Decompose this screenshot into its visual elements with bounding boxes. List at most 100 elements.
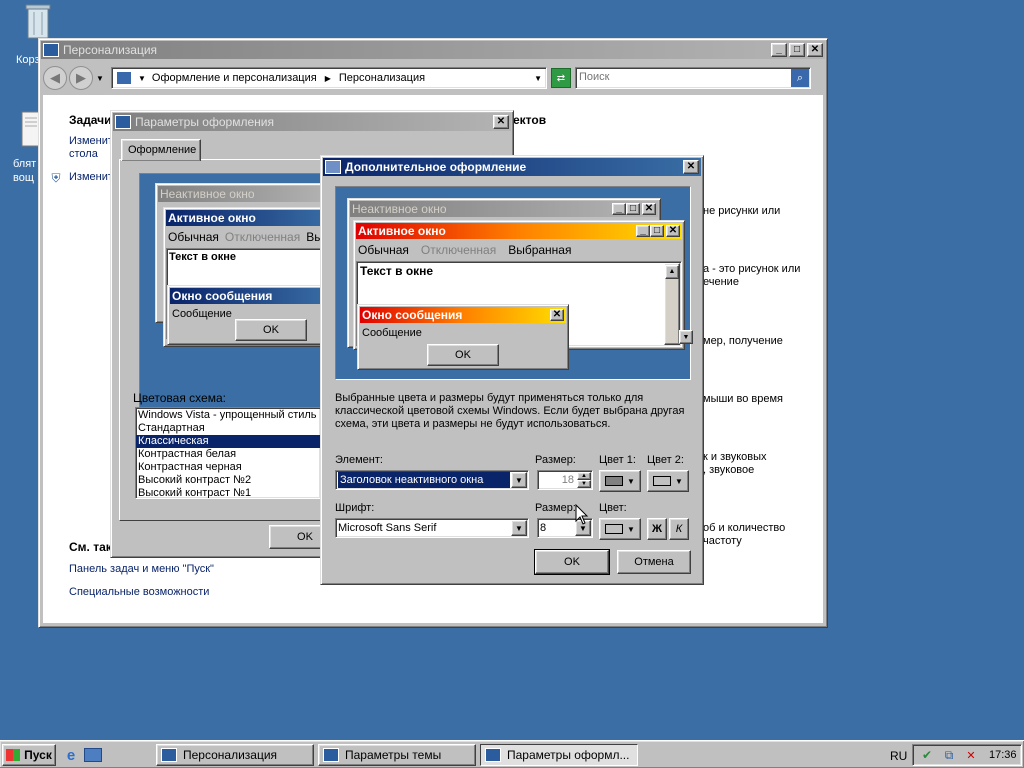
close-button[interactable]: ✕ <box>807 43 823 57</box>
maximize-icon: □ <box>650 225 664 237</box>
size-spinner[interactable]: 18 ▲ ▼ <box>537 470 593 490</box>
link-taskbar[interactable]: Панель задач и меню "Пуск" <box>69 563 214 575</box>
close-button[interactable]: ✕ <box>683 160 699 174</box>
scheme-item[interactable]: Контрастная белая <box>136 448 320 461</box>
close-icon: ✕ <box>550 309 564 321</box>
font-color-button[interactable]: ▼ <box>599 518 641 540</box>
desc-text: частоту <box>703 535 742 547</box>
italic-button[interactable]: К <box>669 518 689 540</box>
taskbar-item-appearance[interactable]: Параметры оформл... <box>480 744 638 766</box>
refresh-icon[interactable]: ⇄ <box>551 68 571 88</box>
color2-swatch <box>653 476 672 486</box>
menu-normal: Обычная <box>358 243 409 257</box>
volume-mute-icon[interactable]: ✕ <box>963 748 979 762</box>
scheme-item-selected[interactable]: Классическая <box>136 435 320 448</box>
link-accessibility[interactable]: Специальные возможности <box>69 586 209 598</box>
spin-down-icon[interactable]: ▼ <box>577 480 591 488</box>
desc-text: мыши во время <box>703 393 783 405</box>
color1-button[interactable]: ▼ <box>599 470 641 492</box>
chevron-down-icon: ▼ <box>675 476 683 486</box>
desc-text: не рисунки или <box>703 205 781 217</box>
scheme-item[interactable]: Стандартная <box>136 422 320 435</box>
menu-disabled: Отключенная <box>224 230 301 244</box>
search-input[interactable] <box>576 68 776 86</box>
breadcrumb-item-appearance[interactable]: Оформление и персонализация <box>152 72 317 84</box>
network-icon[interactable]: ⧉ <box>941 748 957 762</box>
maximize-icon: □ <box>626 203 640 215</box>
chevron-down-icon[interactable]: ▼ <box>511 472 527 488</box>
preview-active-title: Активное окно <box>358 224 446 238</box>
tasks-heading: Задачи <box>69 113 112 127</box>
desc-text: а - это рисунок или <box>703 263 801 275</box>
task-link-second[interactable]: Изменит <box>69 171 113 183</box>
preview-inactive-title: Неактивное окно <box>158 186 332 202</box>
main-heading-fragment: ектов <box>513 113 547 127</box>
security-icon[interactable]: ✔ <box>919 748 935 762</box>
close-button[interactable]: ✕ <box>493 115 509 129</box>
scheme-item[interactable]: Контрастная черная <box>136 461 320 474</box>
info-line: классической цветовой схемы Windows. Есл… <box>335 405 685 417</box>
scheme-item[interactable]: Windows Vista - упрощенный стиль <box>136 409 320 422</box>
see-also-heading: См. так <box>69 540 112 554</box>
element-select[interactable]: Заголовок неактивного окна ▼ <box>335 470 529 490</box>
desktop-icon-label: вощ <box>13 172 34 184</box>
chevron-down-icon[interactable]: ▼ <box>511 520 527 536</box>
color1-label: Цвет 1: <box>599 454 636 466</box>
preview-message-title: Окно сообщения <box>362 308 463 322</box>
ok-button[interactable]: OK <box>534 549 610 575</box>
address-toolbar: ◀ ▶ ▼ ▼ Оформление и персонализация ▶ Пе… <box>43 63 823 93</box>
minimize-button[interactable]: _ <box>771 43 787 57</box>
taskbar-item-label: Параметры темы <box>345 748 442 762</box>
task-link-desktop[interactable]: Изменит стола <box>69 135 113 161</box>
address-field[interactable]: ▼ Оформление и персонализация ▶ Персонал… <box>111 67 547 89</box>
close-icon: ✕ <box>666 225 680 237</box>
spin-up-icon[interactable]: ▲ <box>577 472 591 480</box>
color2-button[interactable]: ▼ <box>647 470 689 492</box>
preview-scrollbar: ▲ ▼ <box>664 263 693 345</box>
scheme-item[interactable]: Высокий контраст №2 <box>136 474 320 487</box>
scheme-item[interactable]: Высокий контраст №1 <box>136 487 320 498</box>
appearance-titlebar[interactable]: Параметры оформления ✕ <box>113 113 511 131</box>
recent-pages-icon[interactable]: ▼ <box>95 74 105 83</box>
task-link-text: стола <box>69 148 98 160</box>
font-size-value: 8 <box>540 522 547 534</box>
info-line: схема, эти цвета и размеры не будут испо… <box>335 418 611 430</box>
ie-icon[interactable]: e <box>62 747 80 764</box>
element-label: Элемент: <box>335 454 383 466</box>
breadcrumb-item-personalization[interactable]: Персонализация <box>339 72 425 84</box>
font-select[interactable]: Microsoft Sans Serif ▼ <box>335 518 529 538</box>
font-select-value: Microsoft Sans Serif <box>338 522 437 534</box>
back-icon[interactable]: ◀ <box>43 66 67 90</box>
menu-disabled: Отключенная <box>420 243 497 257</box>
control-panel-icon <box>161 748 177 762</box>
windows-logo-icon <box>6 749 21 761</box>
bold-button[interactable]: Ж <box>647 518 667 540</box>
scheme-list[interactable]: Windows Vista - упрощенный стиль Стандар… <box>135 407 321 499</box>
system-tray: ✔ ⧉ ✕ 17:36 <box>912 744 1022 766</box>
theme-icon <box>323 748 339 762</box>
show-desktop-icon[interactable] <box>84 748 102 762</box>
search-box[interactable]: ⌕ <box>575 67 811 89</box>
forward-icon[interactable]: ▶ <box>69 66 93 90</box>
desc-text: к и звуковых <box>703 451 767 463</box>
taskbar-item-theme[interactable]: Параметры темы <box>318 744 476 766</box>
search-icon[interactable]: ⌕ <box>791 69 809 87</box>
maximize-button[interactable]: □ <box>789 43 805 57</box>
personalization-titlebar[interactable]: Персонализация _ □ ✕ <box>41 41 825 59</box>
cancel-button[interactable]: Отмена <box>617 550 691 574</box>
address-dropdown-icon[interactable]: ▼ <box>534 74 542 83</box>
start-button[interactable]: Пуск <box>2 744 56 766</box>
taskbar: Пуск e Персонализация Параметры темы Пар… <box>0 740 1024 768</box>
close-icon: ✕ <box>642 203 656 215</box>
language-indicator[interactable]: RU <box>890 749 907 763</box>
taskbar-item-personalization[interactable]: Персонализация <box>156 744 314 766</box>
appearance-icon <box>485 748 501 762</box>
taskbar-item-label: Параметры оформл... <box>507 748 630 762</box>
advanced-titlebar[interactable]: Дополнительное оформление ✕ <box>323 158 701 176</box>
clock[interactable]: 17:36 <box>989 749 1017 761</box>
desc-text: , звуковое <box>703 464 755 476</box>
tab-appearance[interactable]: Оформление <box>121 139 201 161</box>
preview-text: Текст в окне <box>360 264 434 278</box>
desc-text: ечение <box>703 276 739 288</box>
font-label: Шрифт: <box>335 502 375 514</box>
